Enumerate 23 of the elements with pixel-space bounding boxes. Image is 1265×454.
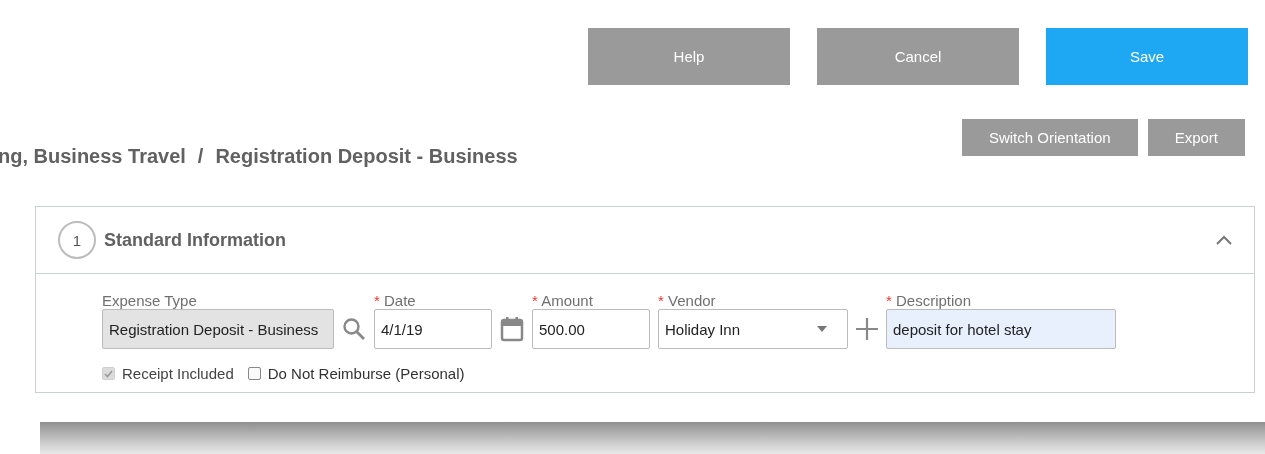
field-label: Expense Type [102, 292, 198, 309]
breadcrumb-separator: / [197, 145, 204, 168]
field-label: * Description [886, 292, 973, 309]
input-field[interactable]: 500.00 [532, 309, 650, 349]
breadcrumb-item[interactable]: ng, Business Travel [0, 145, 186, 168]
chevron-icon[interactable] [1216, 235, 1232, 245]
field-label: * Vendor [658, 292, 717, 309]
field-label: * Amount [532, 292, 594, 309]
input-field[interactable]: 4/1/19 [374, 309, 492, 349]
calendar-icon[interactable] [500, 316, 524, 342]
checkbox[interactable] [247, 367, 261, 380]
caret-icon [817, 326, 827, 332]
input-field[interactable]: deposit for hotel stay [886, 309, 1116, 349]
step-number: 1 [58, 221, 96, 259]
checkbox-label: Do Not Reimburse (Personal) [267, 365, 465, 382]
add-icon[interactable] [856, 318, 878, 340]
vendor-dropdown[interactable]: Holiday Inn [658, 309, 848, 349]
field-label: * Date [374, 292, 417, 309]
page-title: Registration Deposit - Business [215, 145, 518, 168]
search-icon[interactable] [342, 317, 366, 341]
section-title: Standard Information [104, 229, 287, 251]
input-field[interactable]: Registration Deposit - Business [102, 309, 334, 349]
checkbox-label: Receipt Included [122, 365, 234, 382]
